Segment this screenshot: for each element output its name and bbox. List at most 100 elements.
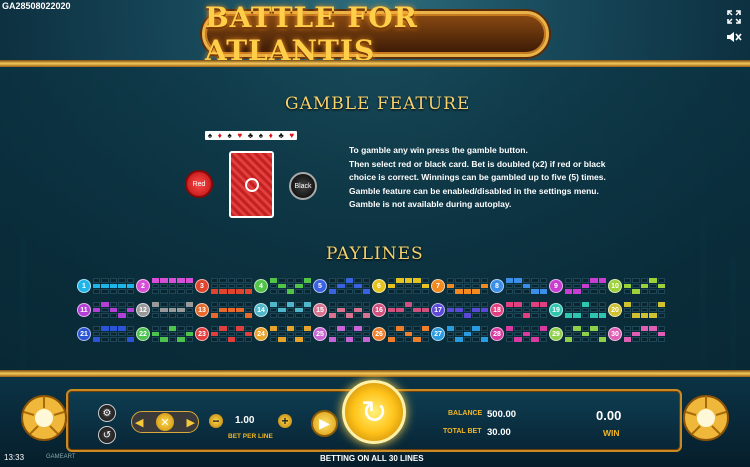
- payline-cell: [270, 302, 278, 307]
- payline-cell: [118, 283, 126, 289]
- payline-cell: [152, 337, 160, 342]
- payline-cell: [177, 326, 185, 331]
- payline-cell: [126, 289, 134, 294]
- payline-number: 7: [431, 279, 445, 293]
- payline-cell: [126, 313, 134, 318]
- payline-cell: [185, 278, 193, 283]
- payline-cell: [211, 283, 219, 289]
- bet-increase-button[interactable]: +: [278, 414, 292, 428]
- payline-cell: [565, 331, 573, 337]
- payline-cell: [93, 326, 101, 331]
- payline-cell: [345, 331, 354, 337]
- payline-number: 28: [490, 327, 504, 341]
- payline-cell: [152, 331, 160, 337]
- payline-cell: [590, 302, 598, 307]
- payline-cell: [118, 313, 126, 318]
- payline-cell: [168, 302, 177, 307]
- payline-cell: [455, 331, 463, 337]
- payline-cell: [303, 302, 311, 307]
- payline-cell: [295, 337, 303, 342]
- payline-cell: [573, 337, 581, 342]
- payline-number: 30: [608, 327, 622, 341]
- payline-cell: [657, 331, 665, 337]
- payline-cell: [531, 289, 539, 294]
- payline-cell: [211, 302, 219, 307]
- payline-cell: [480, 283, 488, 289]
- payline-cell: [219, 289, 227, 294]
- payline-cell: [93, 283, 101, 289]
- payline-cell: [126, 326, 134, 331]
- bet-decrease-button[interactable]: −: [209, 414, 223, 428]
- balance-label: BALANCE: [448, 410, 483, 417]
- payline-cell: [581, 302, 590, 307]
- payline-cell: [522, 302, 531, 307]
- payline-cell: [152, 326, 160, 331]
- autoplay-button[interactable]: ▶: [311, 410, 338, 437]
- payline-cell: [160, 289, 168, 294]
- payline-cell: [447, 278, 455, 283]
- black-choice-button[interactable]: Black: [289, 172, 317, 200]
- payline-cell: [329, 283, 337, 289]
- coin-selector[interactable]: ◀ ✕ ▶: [131, 411, 199, 433]
- spin-button[interactable]: ↻: [342, 380, 406, 444]
- payline-cell: [286, 283, 295, 289]
- payline-cell: [531, 307, 539, 313]
- fullscreen-icon[interactable]: [727, 10, 741, 24]
- payline-cell: [522, 278, 531, 283]
- payline-row: 21 22 23 24 25 26 27 28 29 30: [77, 326, 667, 346]
- payline-cell: [598, 307, 606, 313]
- sound-muted-icon[interactable]: [726, 30, 742, 44]
- payline-cell: [303, 331, 311, 337]
- payline-item: 8: [490, 278, 549, 294]
- payline-cell: [160, 278, 168, 283]
- payline-cell: [211, 278, 219, 283]
- payline-item: 2: [136, 278, 195, 294]
- payline-cell: [227, 313, 236, 318]
- card-history-strip: ♠ ♦ ♠ ♥ ♣ ♠ ♦ ♣ ♥: [205, 131, 297, 140]
- payline-cell: [421, 278, 429, 283]
- payline-cell: [624, 289, 632, 294]
- payline-cell: [472, 326, 480, 331]
- close-icon[interactable]: ✕: [156, 413, 174, 431]
- payline-cell: [480, 307, 488, 313]
- payline-cell: [649, 283, 657, 289]
- payline-cell: [522, 331, 531, 337]
- payline-cell: [168, 283, 177, 289]
- payline-cell: [388, 307, 396, 313]
- instruction-line: To gamble any win press the gamble butto…: [349, 145, 528, 155]
- payline-number: 25: [313, 327, 327, 341]
- payline-row: 1 2 3 4 5 6 7 8 9 10: [77, 278, 667, 298]
- payline-cell: [463, 337, 472, 342]
- payline-item: 18: [490, 302, 549, 318]
- red-choice-button[interactable]: Red: [185, 170, 213, 198]
- payline-cell: [506, 337, 514, 342]
- payline-number: 13: [195, 303, 209, 317]
- payline-cell: [396, 289, 404, 294]
- payline-number: 10: [608, 279, 622, 293]
- payline-cell: [303, 283, 311, 289]
- payline-cell: [109, 278, 118, 283]
- payline-cell: [624, 337, 632, 342]
- payline-cell: [101, 289, 109, 294]
- payline-cell: [632, 313, 640, 318]
- payline-item: 23: [195, 326, 254, 342]
- payline-cell: [447, 331, 455, 337]
- payline-cell: [455, 289, 463, 294]
- arrow-right-icon[interactable]: ▶: [187, 416, 195, 429]
- logo-text: BATTLE FOR ATLANTIS: [205, 1, 418, 67]
- history-button[interactable]: ↺: [98, 426, 116, 444]
- settings-button[interactable]: ⚙: [98, 404, 116, 422]
- payline-cell: [270, 313, 278, 318]
- arrow-left-icon[interactable]: ◀: [135, 416, 143, 429]
- payline-cell: [101, 278, 109, 283]
- payline-cell: [185, 313, 193, 318]
- payline-cell: [413, 326, 421, 331]
- payline-cell: [345, 283, 354, 289]
- payline-cell: [295, 302, 303, 307]
- payline-cell: [109, 289, 118, 294]
- payline-cell: [244, 326, 252, 331]
- payline-cell: [404, 313, 413, 318]
- payline-cell: [480, 331, 488, 337]
- payline-cell: [337, 313, 345, 318]
- payline-cell: [354, 283, 362, 289]
